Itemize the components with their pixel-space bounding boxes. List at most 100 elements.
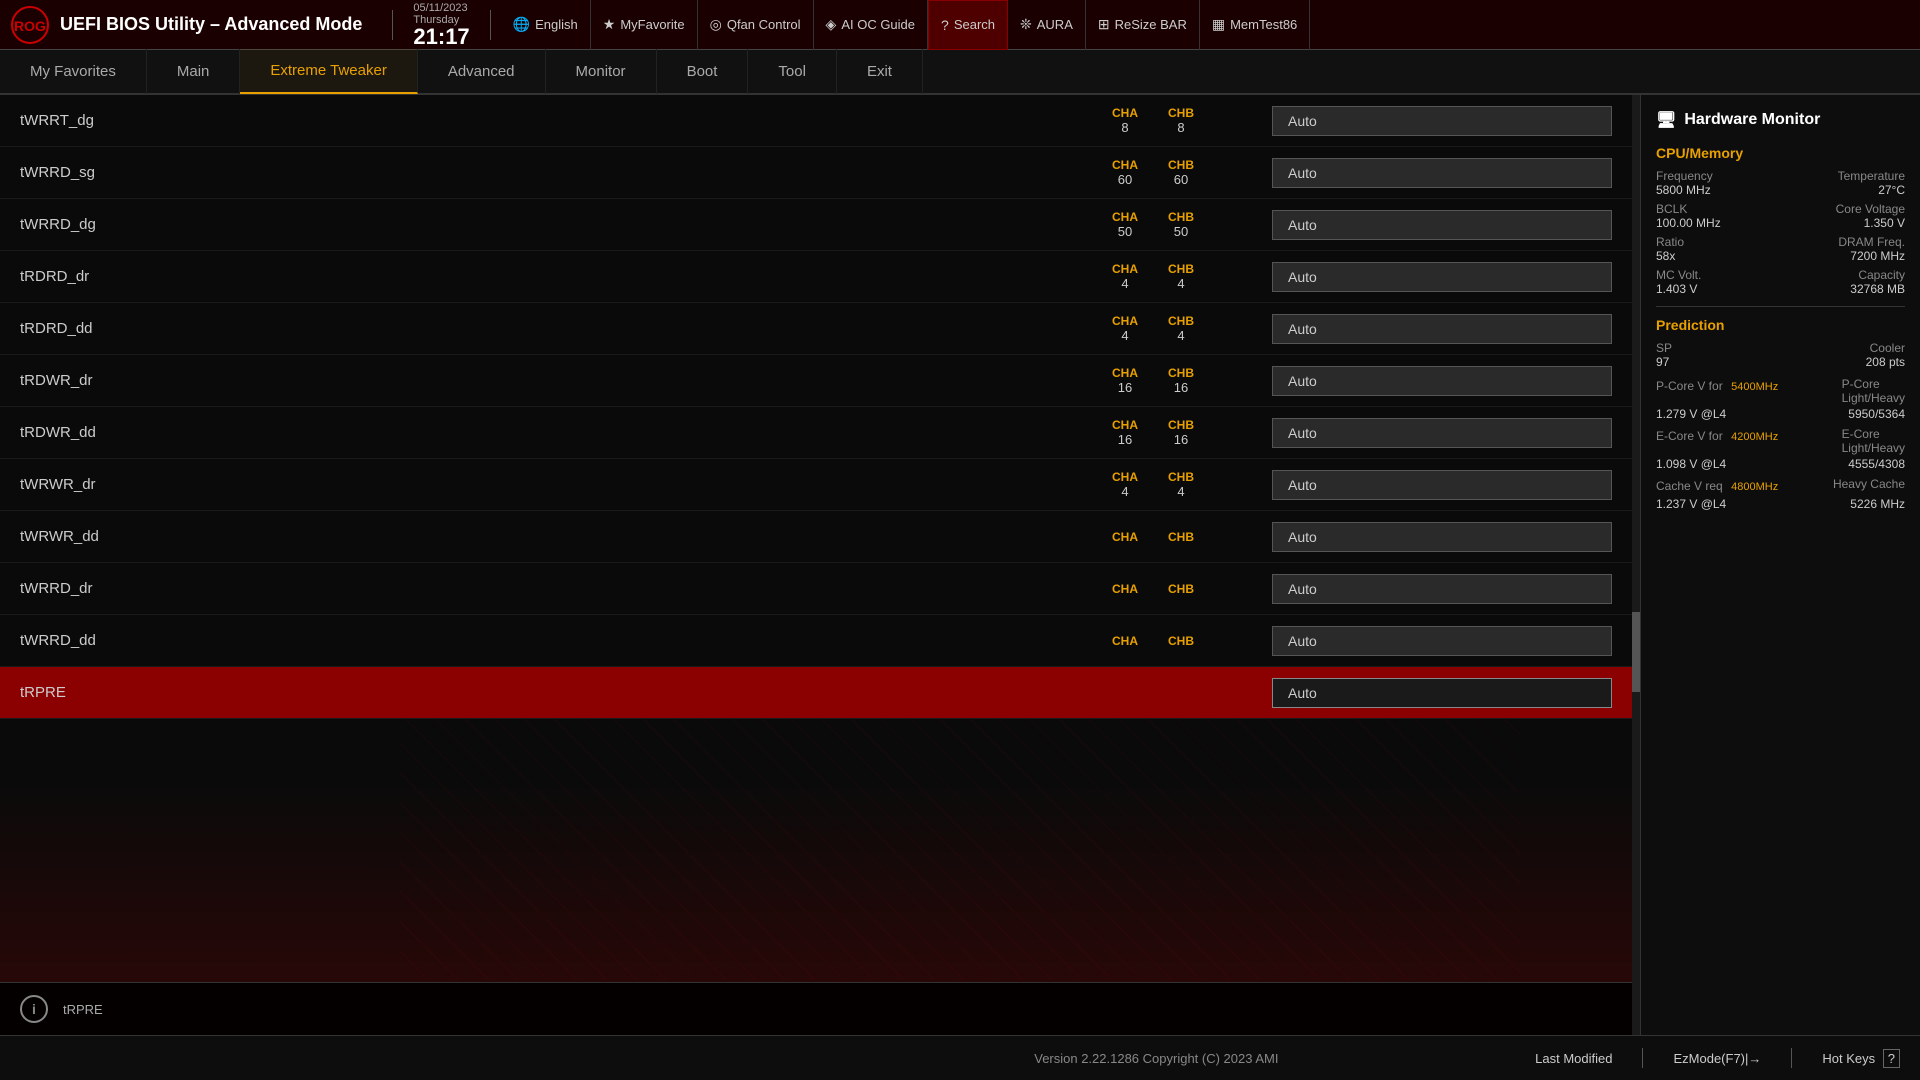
toolbar-english[interactable]: 🌐 English [501,0,591,50]
hot-keys-button[interactable]: Hot Keys ? [1822,1051,1900,1066]
auto-button-selected[interactable]: Auto [1272,678,1612,708]
setting-control[interactable]: Auto [1272,366,1612,396]
table-row[interactable]: tWRRD_sg CHA 60 CHB 60 Auto [0,147,1632,199]
table-row[interactable]: tWRRD_dg CHA 50 CHB 50 Auto [0,199,1632,251]
auto-button[interactable]: Auto [1272,418,1612,448]
nav-main[interactable]: Main [147,49,241,94]
hw-ratio-group: Ratio 58x [1656,235,1684,263]
channel-values: CHA 4 CHB 4 [1112,314,1252,343]
hw-temperature-group: Temperature 27°C [1838,169,1905,197]
scrollbar-thumb[interactable] [1632,612,1640,692]
hw-monitor-title: 🖥 Hardware Monitor [1656,110,1905,130]
ez-mode-button[interactable]: EzMode(F7)|→ [1673,1051,1761,1066]
hw-heavy-cache-label: Heavy Cache [1833,477,1905,495]
setting-control[interactable]: Auto [1272,522,1612,552]
hw-mc-volt-row: MC Volt. 1.403 V Capacity 32768 MB [1656,268,1905,296]
divider [392,10,393,40]
setting-name-twrwr-dd: tWRWR_dd [20,528,1112,545]
toolbar-memtest[interactable]: ▦ MemTest86 [1200,0,1310,50]
setting-control[interactable]: Auto [1272,262,1612,292]
chb-label: CHB [1168,634,1194,648]
hw-pcore-lh-label: P-CoreLight/Heavy [1842,377,1905,405]
nav-monitor[interactable]: Monitor [546,49,657,94]
toolbar-myfavorite[interactable]: ★ MyFavorite [591,0,698,50]
logo-area: ROG UEFI BIOS Utility – Advanced Mode [10,5,362,45]
setting-control[interactable]: Auto [1272,158,1612,188]
cha-label: CHA [1112,106,1138,120]
cha-value: 4 [1121,276,1128,291]
hw-cpu-section-title: CPU/Memory [1656,145,1905,161]
nav-favorites[interactable]: My Favorites [0,49,147,94]
toolbar-aura[interactable]: ❊ AURA [1008,0,1086,50]
table-row[interactable]: tRDRD_dd CHA 4 CHB 4 Auto [0,303,1632,355]
setting-name-trdrd-dr: tRDRD_dr [20,268,1112,285]
cha-value: 16 [1118,432,1132,447]
setting-control[interactable]: Auto [1272,106,1612,136]
hw-ecore-lh-value: 4555/4308 [1848,457,1905,471]
divider2 [490,10,491,40]
table-row[interactable]: tRDWR_dr CHA 16 CHB 16 Auto [0,355,1632,407]
table-row[interactable]: tRDRD_dr CHA 4 CHB 4 Auto [0,251,1632,303]
toolbar-aioc[interactable]: ◈ AI OC Guide [814,0,928,50]
table-row[interactable]: tWRRD_dd CHA CHB Auto [0,615,1632,667]
auto-button[interactable]: Auto [1272,470,1612,500]
nav-exit[interactable]: Exit [837,49,923,94]
channel-values: CHA 60 CHB 60 [1112,158,1252,187]
toolbar-resize[interactable]: ⊞ ReSize BAR [1086,0,1200,50]
cha-col: CHA [1112,634,1138,648]
chb-label: CHB [1168,262,1194,276]
hw-cache-v-label: Cache V req 4800MHz [1656,477,1778,495]
setting-control[interactable]: Auto [1272,678,1612,708]
scrollbar-track[interactable] [1632,95,1640,1035]
auto-button[interactable]: Auto [1272,210,1612,240]
cha-value: 60 [1118,172,1132,187]
setting-name-twrrd-dg: tWRRD_dg [20,216,1112,233]
chb-value: 16 [1174,380,1188,395]
table-row[interactable]: tWRRT_dg CHA 8 CHB 8 Auto [0,95,1632,147]
last-modified-button[interactable]: Last Modified [1535,1051,1612,1066]
table-row-selected[interactable]: tRPRE Auto [0,667,1632,719]
setting-name-trpre: tRPRE [20,684,1112,701]
setting-control[interactable]: Auto [1272,418,1612,448]
cha-label: CHA [1112,210,1138,224]
app-title: UEFI BIOS Utility – Advanced Mode [60,14,362,35]
setting-control[interactable]: Auto [1272,470,1612,500]
chb-label: CHB [1168,530,1194,544]
setting-control[interactable]: Auto [1272,314,1612,344]
channel-values: CHA 8 CHB 8 [1112,106,1252,135]
hot-keys-icon: ? [1883,1049,1900,1068]
table-row[interactable]: tWRWR_dd CHA CHB Auto [0,511,1632,563]
auto-button[interactable]: Auto [1272,314,1612,344]
auto-button[interactable]: Auto [1272,106,1612,136]
auto-button[interactable]: Auto [1272,626,1612,656]
setting-name-trdwr-dd: tRDWR_dd [20,424,1112,441]
chb-col: CHB 8 [1168,106,1194,135]
table-row[interactable]: tWRWR_dr CHA 4 CHB 4 Auto [0,459,1632,511]
nav-extreme-tweaker[interactable]: Extreme Tweaker [240,49,417,94]
setting-name-trdrd-dd: tRDRD_dd [20,320,1112,337]
setting-control[interactable]: Auto [1272,626,1612,656]
nav-advanced[interactable]: Advanced [418,49,546,94]
nav-tool[interactable]: Tool [748,49,837,94]
hw-heavy-cache-value: 5226 MHz [1850,497,1905,511]
hw-sp-group: SP 97 [1656,341,1672,369]
chb-col: CHB [1168,634,1194,648]
content-wrapper: tWRRT_dg CHA 8 CHB 8 Auto [0,95,1632,1035]
toolbar-qfan[interactable]: ◎ Qfan Control [698,0,814,50]
auto-button[interactable]: Auto [1272,522,1612,552]
memtest-label: MemTest86 [1230,17,1297,32]
table-row[interactable]: tRDWR_dd CHA 16 CHB 16 Auto [0,407,1632,459]
setting-control[interactable]: Auto [1272,210,1612,240]
auto-button[interactable]: Auto [1272,262,1612,292]
channel-values: CHA 16 CHB 16 [1112,418,1252,447]
hw-divider [1656,306,1905,307]
auto-button[interactable]: Auto [1272,574,1612,604]
search-label: Search [954,17,995,32]
auto-button[interactable]: Auto [1272,366,1612,396]
toolbar-search[interactable]: ? Search [928,0,1008,50]
chb-label: CHB [1168,366,1194,380]
auto-button[interactable]: Auto [1272,158,1612,188]
table-row[interactable]: tWRRD_dr CHA CHB Auto [0,563,1632,615]
nav-boot[interactable]: Boot [657,49,749,94]
setting-control[interactable]: Auto [1272,574,1612,604]
